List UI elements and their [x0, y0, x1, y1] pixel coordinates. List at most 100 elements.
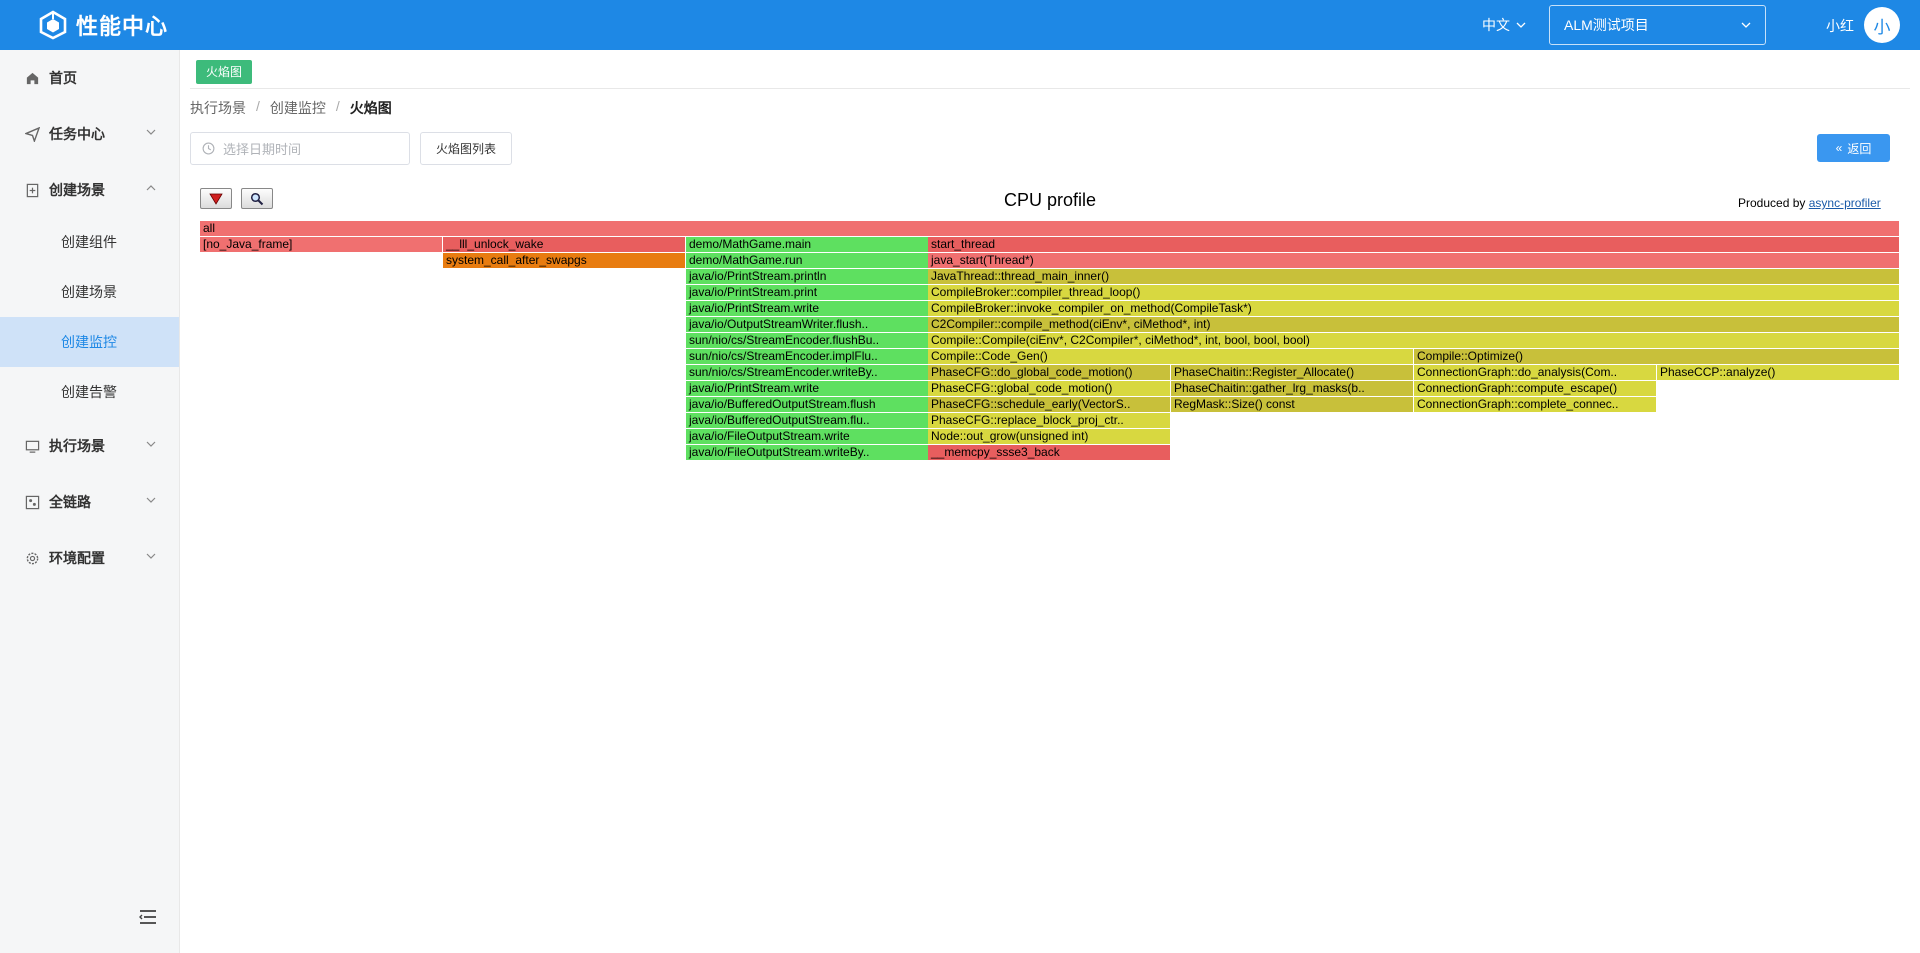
project-select-value: ALM测试项目: [1564, 17, 1649, 33]
flamegraph-frame[interactable]: PhaseCFG::schedule_early(VectorS..: [928, 397, 1171, 412]
flamegraph-frame[interactable]: PhaseCFG::do_global_code_motion(): [928, 365, 1171, 380]
language-switcher[interactable]: 中文: [1482, 15, 1526, 35]
tab-divider: [190, 88, 1910, 89]
sidebar-item-create-scene[interactable]: 创建场景: [0, 165, 179, 215]
chevron-down-icon: [146, 129, 156, 135]
sidebar-item-task-center[interactable]: 任务中心: [0, 109, 179, 159]
sidebar-item-label: 创建场景: [49, 182, 105, 198]
breadcrumb: 执行场景 / 创建监控 / 火焰图: [190, 98, 392, 118]
sidebar-item-execute-scene[interactable]: 执行场景: [0, 421, 179, 471]
datetime-placeholder: 选择日期时间: [223, 142, 302, 157]
flamegraph-title: CPU profile: [1003, 190, 1097, 210]
link-icon: [24, 494, 40, 510]
gear-icon: [24, 550, 40, 566]
file-plus-icon: [24, 182, 40, 198]
search-icon: [250, 192, 264, 205]
top-header: 性能中心 中文 ALM测试项目 小红 小: [0, 0, 1920, 50]
project-select[interactable]: ALM测试项目: [1549, 5, 1766, 45]
breadcrumb-item[interactable]: 创建监控: [270, 98, 326, 118]
logo-cube-icon: [39, 10, 67, 40]
flamegraph-frame[interactable]: ConnectionGraph::do_analysis(Com..: [1414, 365, 1657, 380]
datetime-picker-input[interactable]: 选择日期时间: [190, 132, 410, 165]
sidebar-item-label: 全链路: [49, 494, 91, 510]
flamegraph-frame[interactable]: java/io/FileOutputStream.writeBy..: [686, 445, 929, 460]
flamegraph-frame[interactable]: Compile::Optimize(): [1414, 349, 1900, 364]
flamegraph-frame[interactable]: sun/nio/cs/StreamEncoder.flushBu..: [686, 333, 929, 348]
send-icon: [24, 126, 40, 142]
sidebar-subitem-create-component[interactable]: 创建组件: [0, 217, 179, 267]
menu-collapse-icon[interactable]: [138, 908, 158, 926]
breadcrumb-current: 火焰图: [349, 100, 392, 116]
flamegraph-canvas: all [no_Java_frame] __lll_unlock_wake demo/…: [200, 221, 1900, 461]
sidebar-item-label: 任务中心: [49, 126, 105, 142]
flamegraph-list-button[interactable]: 火焰图列表: [420, 132, 512, 165]
sidebar-subitem-label: 创建组件: [61, 234, 117, 250]
sidebar-subitem-create-scene[interactable]: 创建场景: [0, 267, 179, 317]
flamegraph-frame[interactable]: __lll_unlock_wake: [443, 237, 686, 252]
chevron-down-icon: [1516, 22, 1526, 28]
flamegraph-frame[interactable]: java/io/BufferedOutputStream.flush: [686, 397, 929, 412]
avatar[interactable]: 小: [1864, 7, 1900, 43]
language-label: 中文: [1482, 17, 1510, 33]
flamegraph-frame[interactable]: java/io/PrintStream.write: [686, 301, 929, 316]
app-logo[interactable]: 性能中心: [38, 9, 168, 41]
back-button[interactable]: « 返回: [1817, 134, 1890, 162]
flamegraph-frame[interactable]: C2Compiler::compile_method(ciEnv*, ciMet…: [928, 317, 1900, 332]
sidebar-subitem-create-monitor[interactable]: 创建监控: [0, 317, 179, 367]
app-title: 性能中心: [76, 14, 169, 39]
flamegraph-frame[interactable]: sun/nio/cs/StreamEncoder.writeBy..: [686, 365, 929, 380]
flamegraph-frame[interactable]: java/io/OutputStreamWriter.flush..: [686, 317, 929, 332]
double-chevron-left-icon: «: [1835, 141, 1843, 155]
flamegraph-frame[interactable]: __memcpy_ssse3_back: [928, 445, 1171, 460]
flamegraph-frame[interactable]: java/io/PrintStream.println: [686, 269, 929, 284]
sidebar-subitem-label: 创建告警: [61, 384, 117, 400]
sidebar-subitem-label: 创建监控: [61, 334, 117, 350]
flamegraph-frame[interactable]: [no_Java_frame]: [200, 237, 443, 252]
flamegraph-frame[interactable]: PhaseCFG::global_code_motion(): [928, 381, 1171, 396]
flamegraph-frame[interactable]: PhaseChaitin::gather_lrg_masks(b..: [1171, 381, 1414, 396]
clock-icon: [202, 142, 215, 155]
sidebar: 首页 任务中心 创建场景 创建组件 创建场景 创建监控 创建告警 执行场景 全链…: [0, 50, 180, 953]
flamegraph-frame[interactable]: Compile::Code_Gen(): [928, 349, 1414, 364]
user-name[interactable]: 小红: [1826, 16, 1854, 36]
flamegraph-search-button[interactable]: [241, 188, 273, 209]
flamegraph-frame[interactable]: demo/MathGame.run: [686, 253, 929, 268]
sidebar-item-label: 首页: [49, 70, 77, 86]
flamegraph-frame[interactable]: sun/nio/cs/StreamEncoder.implFlu..: [686, 349, 929, 364]
flamegraph-frame[interactable]: java_start(Thread*): [928, 253, 1900, 268]
chevron-down-icon: [146, 553, 156, 559]
flamegraph-frame[interactable]: start_thread: [928, 237, 1900, 252]
back-button-label: 返回: [1847, 141, 1872, 156]
flamegraph-frame[interactable]: Node::out_grow(unsigned int): [928, 429, 1171, 444]
flamegraph-frame[interactable]: CompileBroker::invoke_compiler_on_method…: [928, 301, 1900, 316]
flamegraph-frame[interactable]: JavaThread::thread_main_inner(): [928, 269, 1900, 284]
flamegraph-frame[interactable]: system_call_after_swapgs: [443, 253, 686, 268]
sidebar-subitem-create-alert[interactable]: 创建告警: [0, 367, 179, 417]
flamegraph-frame[interactable]: java/io/PrintStream.write: [686, 381, 929, 396]
flamegraph-frame[interactable]: all: [200, 221, 1900, 236]
sidebar-item-full-link[interactable]: 全链路: [0, 477, 179, 527]
flamegraph-frame[interactable]: ConnectionGraph::compute_escape(): [1414, 381, 1657, 396]
tab-flamegraph[interactable]: 火焰图: [196, 60, 253, 84]
flamegraph-frame[interactable]: java/io/PrintStream.print: [686, 285, 929, 300]
flamegraph-frame[interactable]: PhaseCFG::replace_block_proj_ctr..: [928, 413, 1171, 428]
credit-text: Produced by: [1738, 196, 1806, 210]
flamegraph-frame[interactable]: PhaseChaitin::Register_Allocate(): [1171, 365, 1414, 380]
async-profiler-link[interactable]: async-profiler: [1809, 196, 1881, 210]
flamegraph-frame[interactable]: java/io/FileOutputStream.write: [686, 429, 929, 444]
monitor-icon: [24, 438, 40, 454]
chevron-down-icon: [146, 497, 156, 503]
flamegraph-frame[interactable]: Compile::Compile(ciEnv*, C2Compiler*, ci…: [928, 333, 1900, 348]
flamegraph-frame[interactable]: RegMask::Size() const: [1171, 397, 1414, 412]
sidebar-item-label: 环境配置: [49, 550, 105, 566]
flamegraph-frame[interactable]: demo/MathGame.main: [686, 237, 929, 252]
flamegraph-frame[interactable]: java/io/BufferedOutputStream.flu..: [686, 413, 929, 428]
flamegraph-frame[interactable]: CompileBroker::compiler_thread_loop(): [928, 285, 1900, 300]
sidebar-item-env-config[interactable]: 环境配置: [0, 533, 179, 583]
chevron-up-icon: [146, 185, 156, 191]
breadcrumb-item[interactable]: 执行场景: [190, 98, 246, 118]
flamegraph-reverse-button[interactable]: [200, 188, 232, 209]
sidebar-item-home[interactable]: 首页: [0, 53, 179, 103]
flamegraph-frame[interactable]: PhaseCCP::analyze(): [1657, 365, 1900, 380]
flamegraph-frame[interactable]: ConnectionGraph::complete_connec..: [1414, 397, 1657, 412]
